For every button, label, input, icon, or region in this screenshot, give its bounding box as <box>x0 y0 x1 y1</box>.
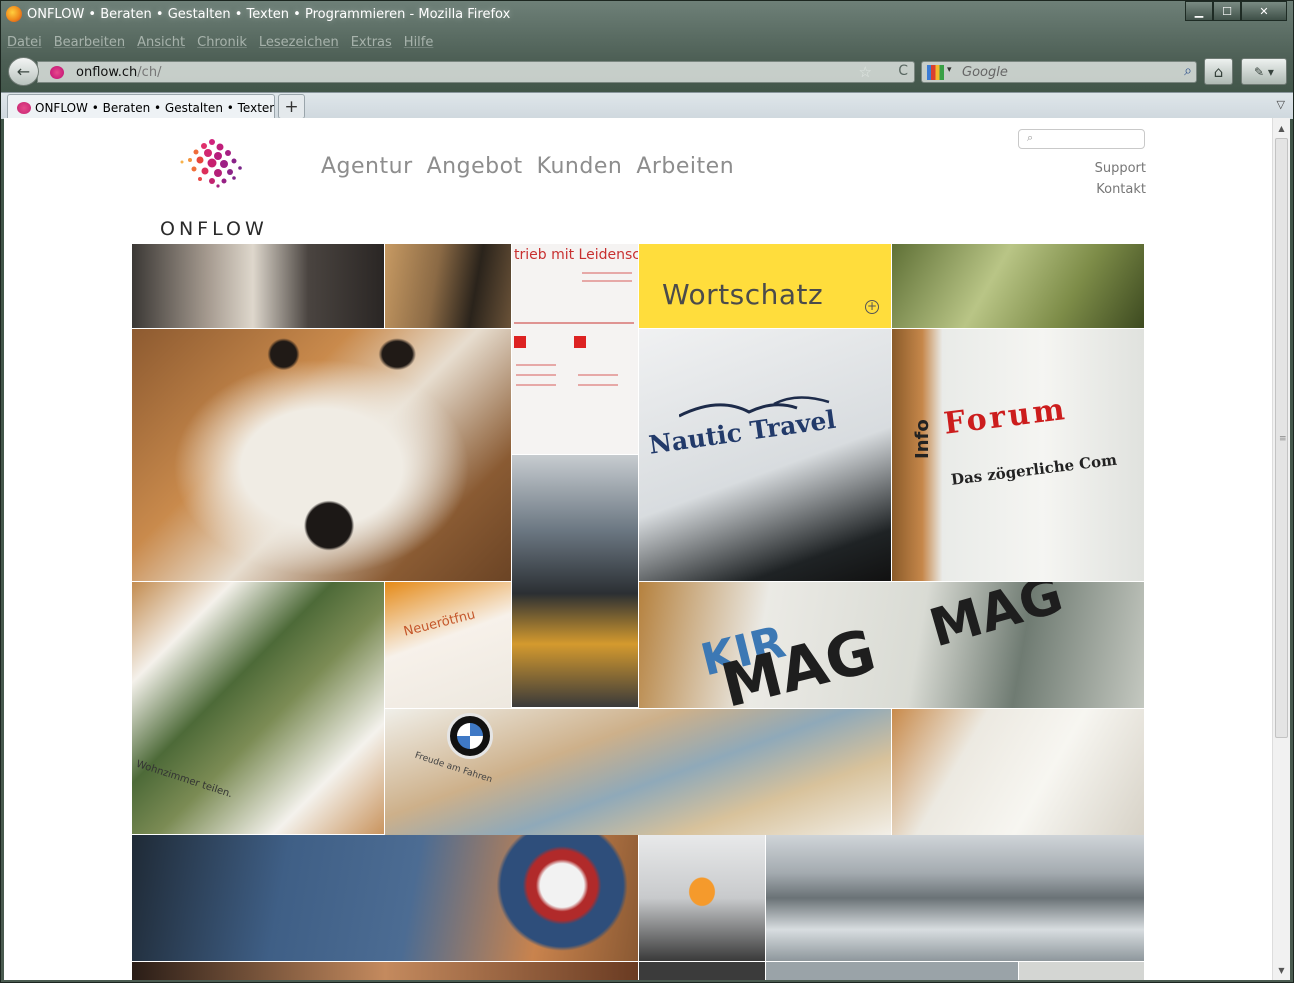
nav-angebot[interactable]: Angebot <box>427 154 523 179</box>
tab-onflow[interactable]: ONFLOW • Beraten • Gestalten • Texten ..… <box>7 94 275 120</box>
nav-kunden[interactable]: Kunden <box>537 154 623 179</box>
utility-links: Support Kontakt <box>1054 158 1146 200</box>
tile-partial-photo[interactable] <box>132 962 639 980</box>
scroll-grip-icon: ≡ <box>1279 434 1287 444</box>
url-host: onflow.ch <box>76 65 138 80</box>
forum-info-label: Info <box>912 419 933 459</box>
back-button[interactable]: ← <box>8 57 39 86</box>
window-title: ONFLOW • Beraten • Gestalten • Texten • … <box>27 7 511 22</box>
page-viewport: ONFLOW Agentur Angebot Kunden Arbeiten ⌕… <box>4 118 1272 980</box>
flyer-headline: trieb mit Leidensch <box>514 247 639 263</box>
url-path: /ch/ <box>137 65 162 80</box>
flyer-red-block <box>574 336 586 348</box>
plus-circle-icon[interactable]: + <box>865 300 879 314</box>
tile-partial-photo[interactable] <box>766 962 1019 980</box>
window-controls: ▁ ☐ ✕ <box>1185 1 1287 21</box>
tile-partial-photo[interactable] <box>639 962 766 980</box>
search-engine-dropdown-icon[interactable]: ▾ <box>947 65 952 75</box>
flyer-divider <box>514 322 634 324</box>
nav-agentur[interactable]: Agentur <box>321 154 413 179</box>
search-go-icon[interactable]: ⌕ <box>1184 63 1192 79</box>
menu-bearbeiten[interactable]: Bearbeiten <box>54 35 125 50</box>
reload-icon[interactable]: C <box>898 63 908 79</box>
search-icon: ⌕ <box>1027 131 1034 144</box>
flyer-text-line <box>578 384 618 386</box>
mag-title-secondary: MAG <box>923 582 1070 660</box>
site-identity-icon[interactable] <box>50 66 64 79</box>
title-bar: ONFLOW • Beraten • Gestalten • Texten • … <box>1 1 1293 31</box>
tile-forum-magazine[interactable]: Forum Info Das zögerliche Com <box>892 329 1145 582</box>
nav-arbeiten[interactable]: Arbeiten <box>636 154 734 179</box>
flyer-text-line <box>516 374 556 376</box>
tile-flyer[interactable]: trieb mit Leidensch <box>512 244 639 455</box>
forum-subtitle: Das zögerliche Com <box>950 450 1118 489</box>
card-text: Neuerötfnu <box>402 607 477 640</box>
kontakt-link[interactable]: Kontakt <box>1054 179 1146 200</box>
flyer-text-line <box>582 280 632 282</box>
support-link[interactable]: Support <box>1054 158 1146 179</box>
tile-camera-photo[interactable] <box>385 244 512 329</box>
tile-nautic-travel[interactable]: Nautic Travel <box>639 329 892 582</box>
menu-chronik[interactable]: Chronik <box>197 35 247 50</box>
forum-title: Forum <box>942 391 1070 442</box>
flyer-red-block <box>514 336 526 348</box>
close-button[interactable]: ✕ <box>1241 1 1287 21</box>
menu-datei[interactable]: Datei <box>7 35 42 50</box>
scroll-down-icon[interactable]: ▼ <box>1273 962 1290 978</box>
site-search-input[interactable]: ⌕ <box>1018 129 1145 149</box>
google-icon[interactable] <box>927 65 944 80</box>
onflow-logo[interactable]: ONFLOW <box>132 136 292 240</box>
flyer-text-line <box>516 364 556 366</box>
flyer-text-line <box>516 384 556 386</box>
flyer-text-line <box>578 374 618 376</box>
tab-favicon-icon <box>17 101 31 114</box>
scroll-up-icon[interactable]: ▲ <box>1273 120 1290 136</box>
tile-room-photo[interactable] <box>132 244 385 329</box>
bmw-logo-icon <box>447 713 493 759</box>
tile-book-photo[interactable] <box>892 709 1145 836</box>
home-button[interactable]: ⌂ <box>1204 58 1233 85</box>
main-navigation: Agentur Angebot Kunden Arbeiten <box>321 154 734 179</box>
tab-strip: ONFLOW • Beraten • Gestalten • Texten ..… <box>1 92 1293 120</box>
minimize-button[interactable]: ▁ <box>1185 1 1213 21</box>
tile-lamp-photo[interactable] <box>639 835 766 962</box>
tile-winter-photo[interactable] <box>766 835 1145 962</box>
maximize-button[interactable]: ☐ <box>1213 1 1241 21</box>
tile-dog-photo[interactable] <box>132 329 512 582</box>
url-bar[interactable]: onflow.ch/ch/ ☆ C <box>37 61 915 83</box>
tile-wortschatz[interactable]: Wortschatz + <box>639 244 892 329</box>
tile-partial-photo[interactable] <box>1019 962 1145 980</box>
tile-kir-magazine[interactable]: KIR MAG MAG <box>639 582 1145 709</box>
menu-lesezeichen[interactable]: Lesezeichen <box>259 35 339 50</box>
tile-office-photo[interactable] <box>512 455 639 708</box>
navigation-toolbar: onflow.ch/ch/ ☆ C ← ▾ Google ⌕ ⌂ ✎ ▾ <box>1 57 1293 87</box>
tile-poster-photo[interactable]: Wohnzimmer teilen. <box>132 582 385 835</box>
onflow-dots-icon <box>180 139 242 188</box>
bookmark-star-icon[interactable]: ☆ <box>859 63 872 81</box>
scroll-thumb[interactable]: ≡ <box>1275 138 1288 738</box>
tile-bmw-map[interactable]: Freude am Fahren <box>385 709 892 836</box>
tile-business-card[interactable]: Neuerötfnu <box>385 582 512 709</box>
poster-caption: Wohnzimmer teilen. <box>134 758 234 801</box>
vertical-scrollbar[interactable]: ▲ ≡ ▼ <box>1272 118 1290 980</box>
search-bar[interactable]: ▾ Google ⌕ <box>921 61 1197 83</box>
url-text[interactable]: onflow.ch/ch/ <box>76 65 161 80</box>
project-mosaic: trieb mit Leidensch Wortschatz + Nautic … <box>132 244 1145 980</box>
tab-list-icon[interactable]: ▽ <box>1277 98 1285 111</box>
wortschatz-title: Wortschatz <box>662 278 824 311</box>
tile-plane-photo[interactable] <box>132 835 639 962</box>
tab-label: ONFLOW • Beraten • Gestalten • Texten ..… <box>35 100 274 115</box>
addon-button[interactable]: ✎ ▾ <box>1241 58 1287 85</box>
search-input[interactable]: Google <box>962 65 1008 80</box>
menu-hilfe[interactable]: Hilfe <box>404 35 434 50</box>
logo-text: ONFLOW <box>160 218 268 240</box>
menu-extras[interactable]: Extras <box>351 35 392 50</box>
menu-bar: Datei Bearbeiten Ansicht Chronik Lesezei… <box>7 35 433 50</box>
menu-ansicht[interactable]: Ansicht <box>137 35 185 50</box>
firefox-logo-icon[interactable] <box>6 6 22 22</box>
flyer-text-line <box>582 272 632 274</box>
tile-hiker-photo[interactable] <box>892 244 1145 329</box>
new-tab-button[interactable]: + <box>278 94 305 119</box>
